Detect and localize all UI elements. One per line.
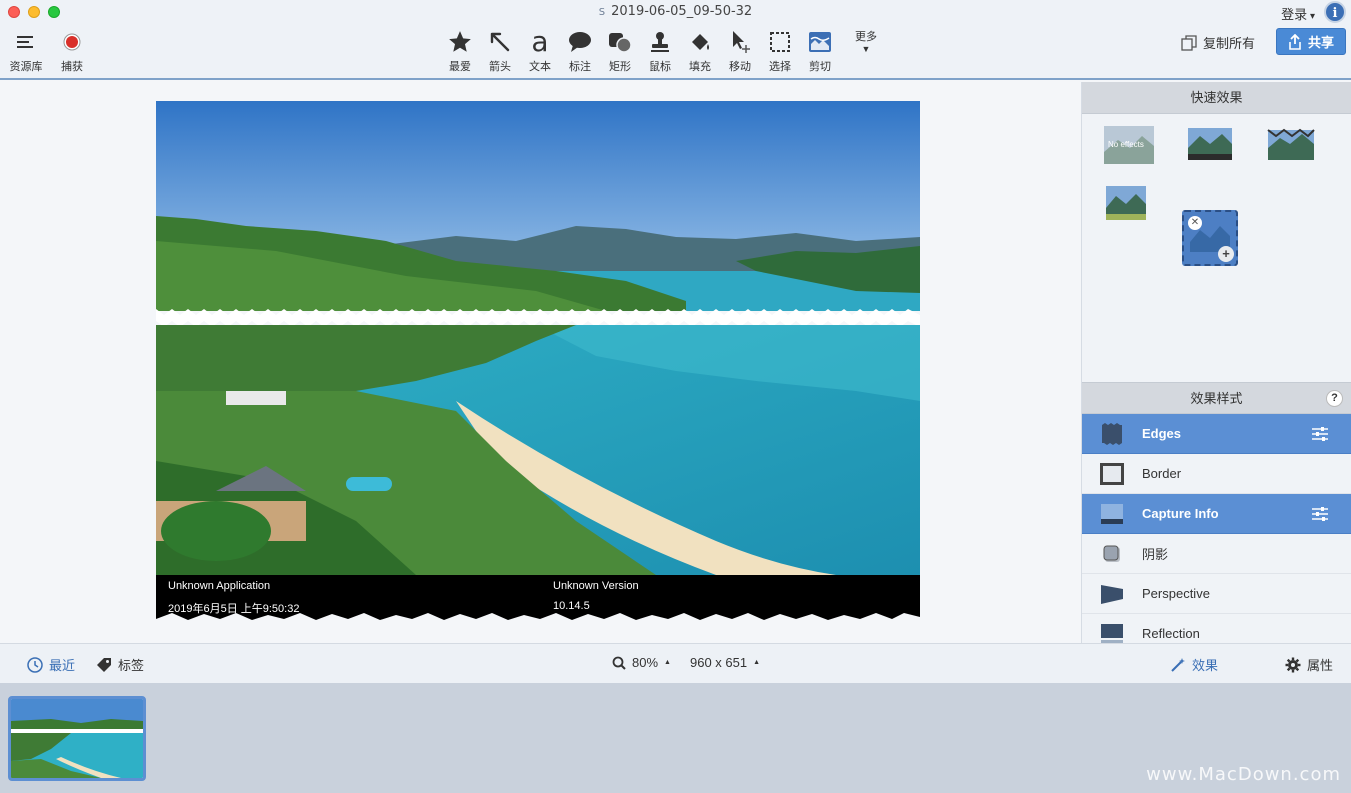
capture-icon — [62, 28, 82, 56]
login-menu[interactable]: 登录 — [1281, 4, 1315, 23]
quick-effects-title: 快速效果 — [1082, 82, 1351, 114]
move-icon — [728, 28, 752, 56]
crop-icon — [807, 28, 833, 56]
stamp-icon — [648, 28, 672, 56]
screenshot-preview[interactable]: Unknown Application 2019年6月5日 上午9:50:32 … — [156, 101, 924, 621]
thumbnail-item[interactable] — [8, 696, 146, 781]
shape-icon — [607, 28, 633, 56]
tool-text[interactable]: a 文本 — [520, 28, 560, 74]
quick-effect-selected[interactable]: ✕ + — [1182, 210, 1238, 266]
toolbar: S2019-06-05_09-50-32 登录 i 资源库 捕获 最爱 箭头 a — [0, 0, 1351, 80]
tool-select[interactable]: 选择 — [760, 28, 800, 74]
more-tools-button[interactable]: 更多 ▼ — [846, 28, 886, 54]
shadow-swatch-icon — [1103, 545, 1120, 562]
quick-effect-4[interactable] — [1104, 184, 1154, 222]
library-button[interactable]: 资源库 — [6, 28, 46, 74]
effect-styles-header: 效果样式 ? — [1082, 382, 1351, 414]
perspective-swatch-icon — [1101, 584, 1123, 604]
capture-button[interactable]: 捕获 — [52, 28, 92, 74]
chevron-up-icon: ▲ — [753, 659, 761, 666]
tool-favorites[interactable]: 最爱 — [440, 28, 480, 74]
capture-info-swatch-icon — [1101, 503, 1123, 524]
copy-icon — [1181, 34, 1197, 51]
recent-button[interactable]: 最近 — [27, 655, 75, 674]
copy-all-button[interactable]: 复制所有 — [1181, 33, 1255, 52]
add-effect-icon[interactable]: + — [1218, 246, 1234, 262]
chevron-up-icon: ▲ — [664, 659, 671, 666]
tool-arrow[interactable]: 箭头 — [480, 28, 520, 74]
star-icon — [447, 28, 473, 56]
share-icon — [1289, 33, 1301, 50]
library-icon — [16, 28, 36, 56]
effect-style-shadow[interactable]: 阴影 — [1082, 534, 1351, 574]
editor-canvas[interactable]: Unknown Application 2019年6月5日 上午9:50:32 … — [0, 82, 1081, 643]
select-icon — [768, 28, 792, 56]
callout-icon — [567, 28, 593, 56]
text-icon: a — [531, 25, 549, 58]
gear-icon — [1285, 657, 1301, 672]
effects-tab[interactable]: 效果 — [1170, 655, 1218, 674]
tag-icon — [97, 657, 111, 672]
arrow-icon — [488, 28, 512, 56]
no-effects-label: No effects — [1108, 140, 1144, 149]
tool-move[interactable]: 移动 — [720, 28, 760, 74]
clock-icon — [27, 656, 43, 673]
tool-shape[interactable]: 矩形 — [600, 28, 640, 74]
tool-stamp[interactable]: 鼠标 — [640, 28, 680, 74]
tool-callout[interactable]: 标注 — [560, 28, 600, 74]
capture-date: 2019年6月5日 上午9:50:32 — [168, 603, 300, 615]
quick-effect-2[interactable] — [1186, 126, 1236, 164]
capture-version: 10.14.5 — [553, 600, 590, 612]
reflection-swatch-icon — [1101, 623, 1123, 645]
effect-style-capture-info[interactable]: Capture Info — [1082, 494, 1351, 534]
zoom-icon — [612, 656, 626, 670]
watermark: www.MacDown.com — [1146, 764, 1341, 785]
capture-app-name: Unknown Application — [168, 580, 271, 592]
share-button[interactable]: 共享 — [1276, 28, 1346, 55]
tags-button[interactable]: 标签 — [96, 655, 144, 674]
quick-effect-none[interactable]: No effects — [1104, 126, 1154, 164]
properties-tab[interactable]: 属性 — [1285, 655, 1333, 674]
adjust-icon[interactable] — [1311, 426, 1329, 442]
thumbnail-strip: www.MacDown.com — [0, 683, 1351, 793]
quick-effects-grid: No effects ✕ + — [1082, 114, 1351, 382]
dimensions-control[interactable]: 960 x 651 ▲ — [690, 655, 760, 670]
effect-style-perspective[interactable]: Perspective — [1082, 574, 1351, 614]
capture-version-label: Unknown Version — [553, 580, 639, 592]
document-icon: S — [598, 7, 606, 18]
info-button[interactable]: i — [1324, 1, 1346, 23]
status-bar: 最近 标签 80% ▲ 960 x 651 ▲ 效果 属性 — [0, 643, 1351, 683]
fill-icon — [688, 28, 712, 56]
window-title: S 2019-06-05_09-50-32 — [598, 4, 753, 19]
effects-panel: 快速效果 No effects ✕ + 效果样式 ? Edges Border — [1081, 82, 1351, 654]
adjust-icon[interactable] — [1311, 506, 1329, 522]
effect-style-edges[interactable]: Edges — [1082, 414, 1351, 454]
tool-fill[interactable]: 填充 — [680, 28, 720, 74]
quick-effect-3[interactable] — [1266, 126, 1316, 164]
border-swatch-icon — [1100, 462, 1124, 485]
effect-style-border[interactable]: Border — [1082, 454, 1351, 494]
edges-swatch-icon — [1102, 422, 1122, 445]
help-icon[interactable]: ? — [1326, 390, 1343, 407]
remove-effect-icon[interactable]: ✕ — [1188, 216, 1202, 230]
chevron-down-icon: ▼ — [861, 44, 871, 54]
tool-crop[interactable]: 剪切 — [800, 28, 840, 74]
zoom-control[interactable]: 80% ▲ — [612, 655, 671, 670]
magic-wand-icon — [1171, 657, 1185, 672]
beach-photo — [156, 101, 924, 621]
